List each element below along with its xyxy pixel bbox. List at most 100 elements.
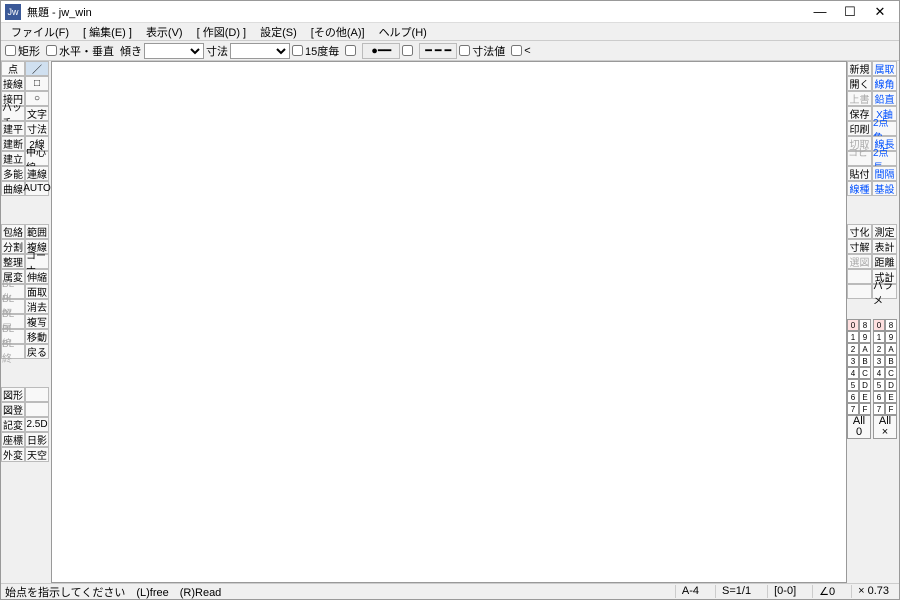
dim-combo[interactable]: [230, 43, 290, 59]
tool-間隔[interactable]: 間隔: [872, 166, 897, 181]
layer-0-F[interactable]: F: [859, 403, 871, 415]
tool-表計[interactable]: 表計: [872, 239, 897, 254]
menu-other[interactable]: [その他(A)]: [305, 23, 371, 41]
rect-checkbox[interactable]: [5, 45, 16, 56]
layer-0-5[interactable]: 5: [847, 379, 859, 391]
tool-曲線[interactable]: 曲線: [1, 181, 25, 196]
tool-伸縮[interactable]: 伸縮: [25, 269, 49, 284]
tool-面取[interactable]: 面取: [25, 284, 49, 299]
layer-0-B[interactable]: B: [859, 355, 871, 367]
status-zoom[interactable]: × 0.73: [851, 585, 895, 598]
layer-0-E[interactable]: E: [859, 391, 871, 403]
tool-点[interactable]: 点: [1, 61, 25, 76]
tool-寸法[interactable]: 寸法: [25, 121, 49, 136]
layer-0-4[interactable]: 4: [847, 367, 859, 379]
tool-文字[interactable]: 文字: [25, 106, 49, 121]
tool-新規[interactable]: 新規: [847, 61, 872, 76]
tool-複写[interactable]: 複写: [25, 314, 49, 329]
layer-0-1[interactable]: 1: [847, 331, 859, 343]
tool-分割[interactable]: 分割: [1, 239, 25, 254]
tool-整理[interactable]: 整理: [1, 254, 25, 269]
endpoint2-button[interactable]: ━ ━ ━: [419, 43, 457, 59]
tool-接線[interactable]: 接線: [1, 76, 25, 91]
tool-距離[interactable]: 距離: [872, 254, 897, 269]
tool-上書[interactable]: 上書: [847, 91, 872, 106]
lt-checkbox[interactable]: [511, 45, 522, 56]
status-angle[interactable]: ∠0: [812, 585, 841, 598]
tool-コピー[interactable]: コピー: [847, 151, 872, 166]
tool-AUTO[interactable]: AUTO: [25, 181, 49, 196]
tool-○[interactable]: ○: [25, 91, 49, 106]
status-scale[interactable]: S=1/1: [715, 585, 757, 598]
layer-1-C[interactable]: C: [885, 367, 897, 379]
tool-建平[interactable]: 建平: [1, 121, 25, 136]
tool-中心線[interactable]: 中心線: [25, 151, 49, 166]
tool-属取[interactable]: 属取: [872, 61, 897, 76]
tool-戻る[interactable]: 戻る: [25, 344, 49, 359]
layer-1-5[interactable]: 5: [873, 379, 885, 391]
tool-BL終[interactable]: BL終: [1, 344, 25, 359]
dimval-checkbox[interactable]: [459, 45, 470, 56]
tool-選図[interactable]: 選図: [847, 254, 872, 269]
tool-線角[interactable]: 線角: [872, 76, 897, 91]
layer-1-D[interactable]: D: [885, 379, 897, 391]
layer-1-A[interactable]: A: [885, 343, 897, 355]
tool-貼付[interactable]: 貼付: [847, 166, 872, 181]
tool-図形[interactable]: 図形: [1, 387, 25, 402]
layer-1-E[interactable]: E: [885, 391, 897, 403]
tool-連線[interactable]: 連線: [25, 166, 49, 181]
layer-1-F[interactable]: F: [885, 403, 897, 415]
layer-0-3[interactable]: 3: [847, 355, 859, 367]
tool-図登[interactable]: 図登: [1, 402, 25, 417]
tool-範囲[interactable]: 範囲: [25, 224, 49, 239]
layer-0-0[interactable]: 0: [847, 319, 859, 331]
layer-0-8[interactable]: 8: [859, 319, 871, 331]
tool-寸化[interactable]: 寸化: [847, 224, 872, 239]
tool-建断[interactable]: 建断: [1, 136, 25, 151]
tool-天空[interactable]: 天空: [25, 447, 49, 462]
layer-all-0[interactable]: All0: [847, 415, 871, 439]
menu-settings[interactable]: 設定(S): [254, 23, 303, 41]
tool-□[interactable]: □: [25, 76, 49, 91]
layer-1-1[interactable]: 1: [873, 331, 885, 343]
tool-多能[interactable]: 多能: [1, 166, 25, 181]
layer-0-7[interactable]: 7: [847, 403, 859, 415]
tool-／[interactable]: ／: [25, 61, 49, 76]
tool-日影[interactable]: 日影: [25, 432, 49, 447]
layer-0-2[interactable]: 2: [847, 343, 859, 355]
tool-消去[interactable]: 消去: [25, 299, 49, 314]
layer-1-4[interactable]: 4: [873, 367, 885, 379]
status-paper[interactable]: A-4: [675, 585, 705, 598]
drawing-canvas[interactable]: [51, 61, 847, 583]
minimize-button[interactable]: —: [805, 2, 835, 22]
tool-包絡[interactable]: 包絡: [1, 224, 25, 239]
tool-移動[interactable]: 移動: [25, 329, 49, 344]
layer-1-0[interactable]: 0: [873, 319, 885, 331]
deg15-checkbox[interactable]: [292, 45, 303, 56]
tool-記変[interactable]: 記変: [1, 417, 25, 432]
tool-保存[interactable]: 保存: [847, 106, 872, 121]
menu-view[interactable]: 表示(V): [140, 23, 189, 41]
menu-file[interactable]: ファイル(F): [5, 23, 75, 41]
tool-基設[interactable]: 基設: [872, 181, 897, 196]
status-layer[interactable]: [0-0]: [767, 585, 802, 598]
end2-checkbox[interactable]: [402, 45, 413, 56]
layer-1-2[interactable]: 2: [873, 343, 885, 355]
tool-2.5D[interactable]: 2.5D: [25, 417, 49, 432]
layer-1-9[interactable]: 9: [885, 331, 897, 343]
layer-0-A[interactable]: A: [859, 343, 871, 355]
menu-help[interactable]: ヘルプ(H): [373, 23, 433, 41]
layer-0-6[interactable]: 6: [847, 391, 859, 403]
layer-all-1[interactable]: All×: [873, 415, 897, 439]
tool-ハッチ[interactable]: ハッチ: [1, 106, 25, 121]
tool-2点角[interactable]: 2点角: [872, 121, 897, 136]
tool-寸解[interactable]: 寸解: [847, 239, 872, 254]
tool-線種[interactable]: 線種: [847, 181, 872, 196]
layer-1-3[interactable]: 3: [873, 355, 885, 367]
tool-鉛直[interactable]: 鉛直: [872, 91, 897, 106]
endpoint1-button[interactable]: ●━━: [362, 43, 400, 59]
layer-1-8[interactable]: 8: [885, 319, 897, 331]
tool-コーナー[interactable]: コーナー: [25, 254, 49, 269]
tool-座標[interactable]: 座標: [1, 432, 25, 447]
maximize-button[interactable]: ☐: [835, 2, 865, 22]
